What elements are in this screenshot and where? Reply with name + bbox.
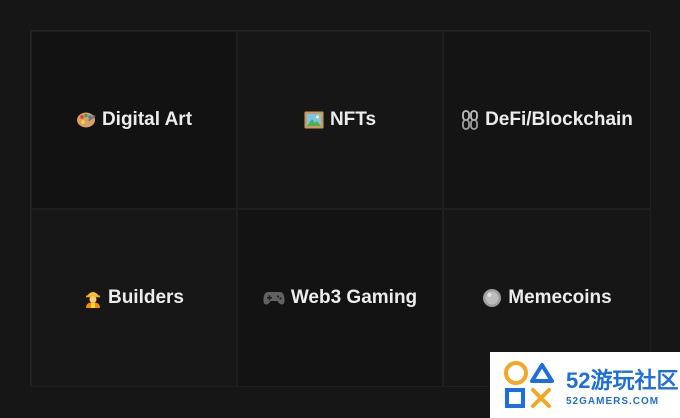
watermark-text: 52游玩社区 52GAMERS.COM [566, 363, 678, 407]
category-tile-defi-blockchain[interactable]: DeFi/Blockchain [443, 31, 651, 209]
category-grid: Digital Art NFTs DeFi/Blockchain Builder… [30, 30, 651, 387]
category-label: Web3 Gaming [290, 287, 418, 308]
category-tile-web3-gaming[interactable]: Web3 Gaming [237, 209, 443, 387]
site-watermark: 52游玩社区 52GAMERS.COM [490, 352, 680, 418]
framed-picture-icon [304, 111, 324, 129]
category-tile-nfts[interactable]: NFTs [237, 31, 443, 209]
category-label: Memecoins [508, 287, 612, 308]
game-controller-icon [263, 290, 285, 306]
coin-icon [482, 288, 502, 308]
category-label: Digital Art [101, 109, 193, 130]
category-label: Builders [107, 287, 185, 308]
palette-icon [76, 111, 96, 129]
category-tile-digital-art[interactable]: Digital Art [31, 31, 237, 209]
category-label: NFTs [329, 109, 377, 130]
category-tile-builders[interactable]: Builders [31, 209, 237, 387]
category-label: DeFi/Blockchain [485, 109, 633, 130]
construction-worker-icon [84, 288, 102, 308]
watermark-title: 52游玩社区 [566, 368, 679, 393]
watermark-logo [502, 357, 558, 413]
chain-icon [461, 110, 479, 130]
watermark-url: 52GAMERS.COM [566, 396, 660, 407]
